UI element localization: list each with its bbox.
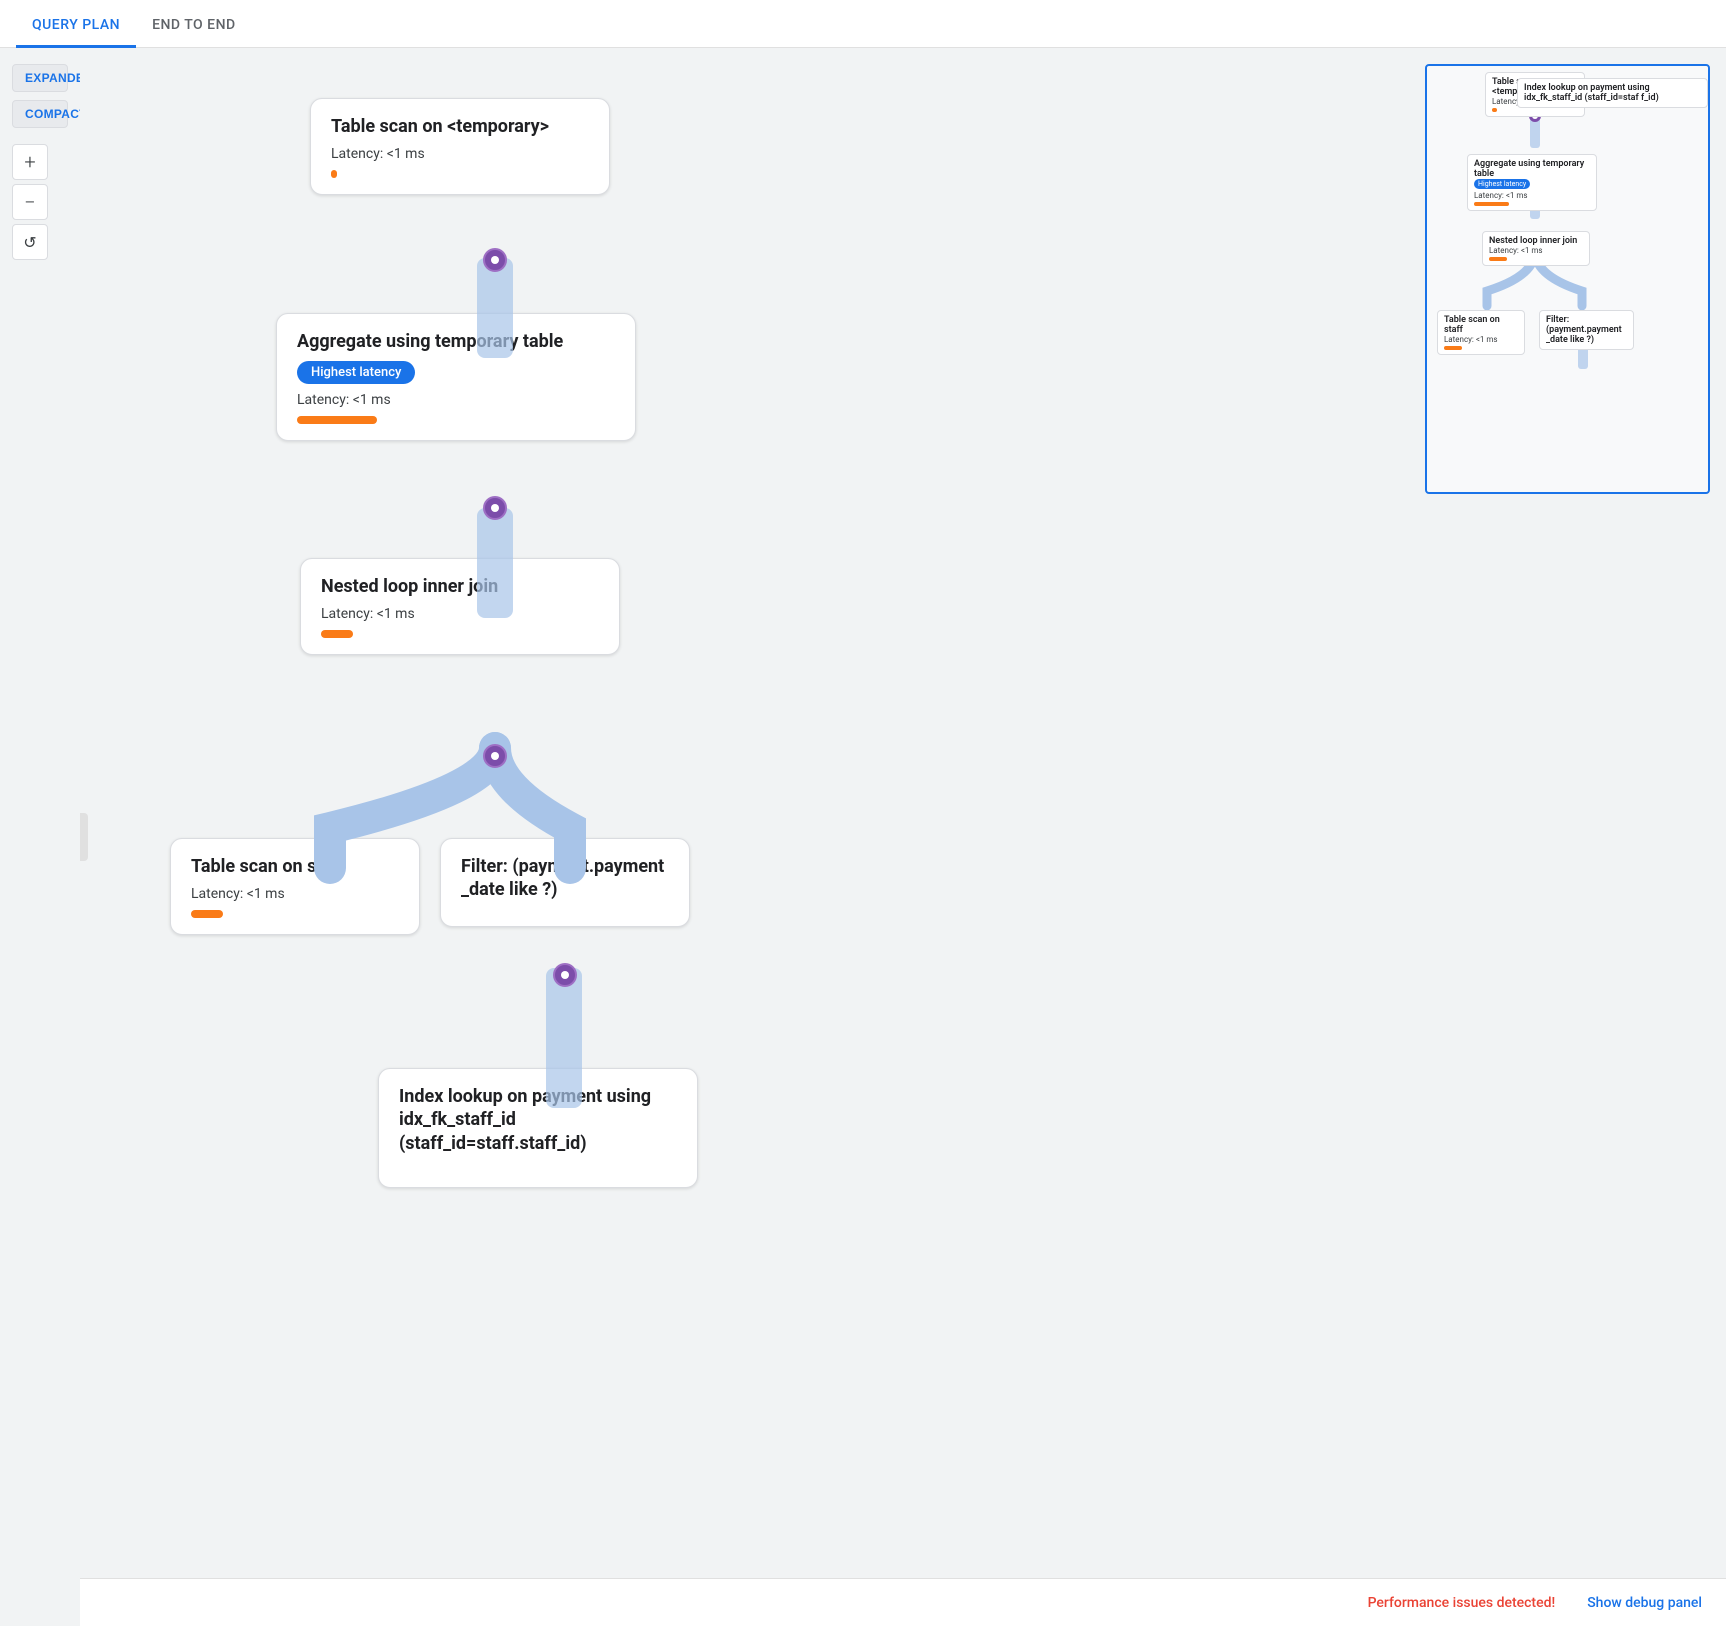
- node-aggregate[interactable]: Aggregate using temporary table Highest …: [276, 313, 636, 441]
- node-nested-loop[interactable]: Nested loop inner join Latency: <1 ms: [300, 558, 620, 655]
- perf-warning: Performance issues detected!: [1368, 1595, 1556, 1611]
- compact-button[interactable]: COMPACT: [12, 100, 68, 128]
- minimap-node-3-latency: Latency: <1 ms: [1489, 246, 1583, 255]
- minimap-node-5: Filter: (payment.payment _date like ?): [1539, 310, 1634, 350]
- node-table-scan-staff-latency: Latency: <1 ms: [191, 886, 399, 902]
- minimap-node-2: Aggregate using temporary table Highest …: [1467, 154, 1597, 211]
- zoom-in-button[interactable]: +: [12, 144, 48, 180]
- minimap-node-1-bar: [1492, 108, 1497, 112]
- minimap-node-2-latency: Latency: <1 ms: [1474, 191, 1590, 200]
- diagram-area: Table scan on <temporary> Latency: <1 ms…: [80, 48, 1726, 1626]
- connector-1: [483, 248, 507, 272]
- minimap-node-4: Table scan on staff Latency: <1 ms: [1437, 310, 1525, 355]
- connector-2: [483, 496, 507, 520]
- node-aggregate-bar: [297, 416, 377, 424]
- node-table-scan-temp-bar: [331, 170, 337, 178]
- node-nested-loop-latency: Latency: <1 ms: [321, 606, 599, 622]
- minimap: Table scan on <temporary> Latency: <1 ms…: [1425, 64, 1710, 494]
- node-table-scan-staff-bar: [191, 910, 223, 918]
- minimap-node-6-title: Index lookup on payment using idx_fk_sta…: [1524, 83, 1701, 103]
- sidebar-controls: EXPANDED COMPACT + − ↺: [0, 48, 80, 1626]
- node-filter-title: Filter: (payment.payment _date like ?): [461, 855, 669, 902]
- expanded-button[interactable]: EXPANDED: [12, 64, 68, 92]
- node-table-scan-temp-title: Table scan on <temporary>: [331, 115, 589, 138]
- reset-button[interactable]: ↺: [12, 224, 48, 260]
- node-filter[interactable]: Filter: (payment.payment _date like ?): [440, 838, 690, 927]
- zoom-out-button[interactable]: −: [12, 184, 48, 220]
- minimap-node-4-bar: [1444, 346, 1462, 350]
- minimap-node-3-title: Nested loop inner join: [1489, 236, 1583, 246]
- node-nested-loop-title: Nested loop inner join: [321, 575, 599, 598]
- connector-3: [483, 744, 507, 768]
- minimap-node-3-bar: [1489, 257, 1507, 261]
- node-table-scan-temp-latency: Latency: <1 ms: [331, 146, 589, 162]
- main-content: EXPANDED COMPACT + − ↺: [0, 48, 1726, 1626]
- debug-link[interactable]: Show debug panel: [1587, 1595, 1702, 1611]
- bottom-bar: Performance issues detected! Show debug …: [80, 1578, 1726, 1626]
- minimap-connections: [1427, 66, 1708, 492]
- node-table-scan-staff-title: Table scan on staff: [191, 855, 399, 878]
- minimap-node-2-title: Aggregate using temporary table: [1474, 159, 1590, 179]
- left-handle[interactable]: [80, 813, 88, 861]
- minimap-node-5-title: Filter: (payment.payment _date like ?): [1546, 315, 1627, 345]
- node-table-scan-staff[interactable]: Table scan on staff Latency: <1 ms: [170, 838, 420, 935]
- minimap-node-4-latency: Latency: <1 ms: [1444, 335, 1518, 344]
- node-nested-loop-bar: [321, 630, 353, 638]
- connector-4: [553, 963, 577, 987]
- minimap-node-4-title: Table scan on staff: [1444, 315, 1518, 335]
- minimap-badge: Highest latency: [1474, 179, 1530, 189]
- highest-latency-badge: Highest latency: [297, 361, 415, 384]
- node-index-lookup[interactable]: Index lookup on payment using idx_fk_sta…: [378, 1068, 698, 1188]
- minimap-node-3: Nested loop inner join Latency: <1 ms: [1482, 231, 1590, 266]
- tab-end-to-end[interactable]: END TO END: [136, 5, 252, 48]
- node-index-lookup-title: Index lookup on payment using idx_fk_sta…: [399, 1085, 677, 1155]
- minimap-node-2-bar: [1474, 202, 1509, 206]
- node-table-scan-temp[interactable]: Table scan on <temporary> Latency: <1 ms: [310, 98, 610, 195]
- minimap-node-6: Index lookup on payment using idx_fk_sta…: [1517, 78, 1708, 108]
- node-aggregate-latency: Latency: <1 ms: [297, 392, 615, 408]
- tab-query-plan[interactable]: QUERY PLAN: [16, 5, 136, 48]
- zoom-controls: + − ↺: [12, 144, 68, 260]
- top-tabs: QUERY PLAN END TO END: [0, 0, 1726, 48]
- node-aggregate-title: Aggregate using temporary table: [297, 330, 615, 353]
